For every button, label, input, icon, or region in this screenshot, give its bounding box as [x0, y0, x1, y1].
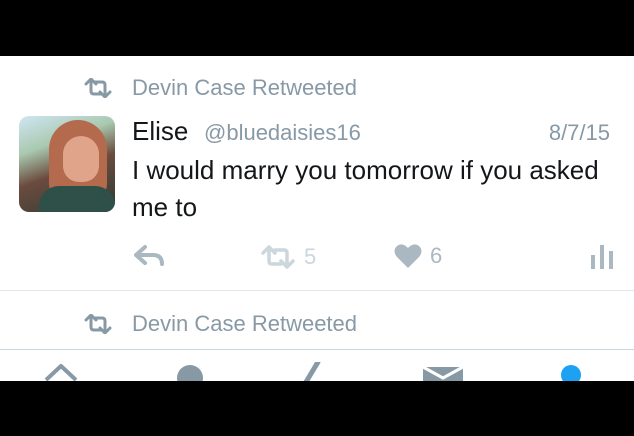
- analytics-button[interactable]: [590, 241, 614, 269]
- retweet-notice-label: Devin Case Retweeted: [132, 75, 358, 100]
- tweet-date: 8/7/15: [548, 120, 610, 145]
- retweet-button[interactable]: 5: [260, 244, 316, 270]
- tweet-actions: 5 6: [0, 238, 634, 272]
- heart-icon: [394, 244, 422, 268]
- retweet-notice-label: Devin Case Retweeted: [132, 311, 358, 336]
- like-button[interactable]: 6: [394, 243, 442, 269]
- home-icon[interactable]: [44, 362, 78, 381]
- tab-bar: [0, 350, 634, 381]
- reply-icon: [134, 245, 164, 266]
- tweet-text: I would marry you tomorrow if you asked …: [132, 155, 599, 222]
- moments-icon[interactable]: [173, 362, 207, 381]
- compose-icon[interactable]: [302, 362, 324, 381]
- avatar[interactable]: [19, 116, 115, 212]
- retweet-notice[interactable]: Devin Case Retweeted: [84, 75, 357, 101]
- messages-icon[interactable]: [422, 362, 464, 381]
- retweet-icon: [84, 78, 112, 98]
- tweet-divider: [0, 290, 634, 291]
- analytics-icon: [591, 245, 613, 269]
- author-handle[interactable]: @bluedaisies16: [204, 120, 361, 146]
- retweet-icon: [84, 314, 112, 334]
- retweet-count: 5: [304, 244, 317, 269]
- profile-icon[interactable]: [558, 362, 584, 381]
- twitter-timeline-screen: Devin Case Retweeted Elise @bluedaisies1…: [0, 56, 634, 381]
- retweet-notice[interactable]: Devin Case Retweeted: [84, 311, 357, 337]
- retweet-icon: [261, 245, 295, 269]
- reply-button[interactable]: [133, 244, 165, 268]
- author-name[interactable]: Elise: [132, 116, 188, 147]
- like-count: 6: [430, 243, 443, 268]
